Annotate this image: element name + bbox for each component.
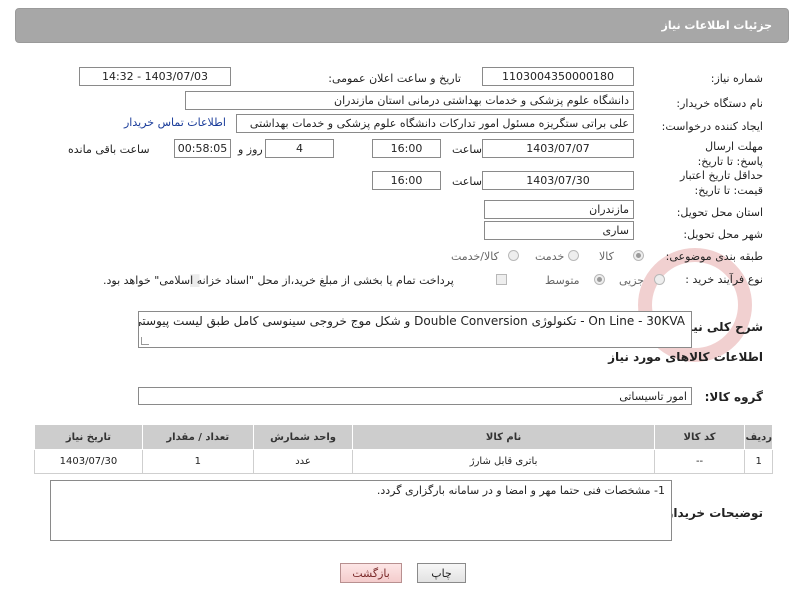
- treasury-bonds-note: پرداخت تمام یا بخشی از مبلغ خرید،از محل …: [103, 274, 454, 287]
- city-label: شهر محل تحویل:: [683, 228, 763, 241]
- city-field: ساری: [484, 221, 634, 240]
- category-radio-goods-service[interactable]: [508, 250, 519, 261]
- goods-section-title: اطلاعات کالاهای مورد نیاز: [608, 350, 763, 364]
- cell-need-date: 1403/07/30: [34, 449, 143, 474]
- cell-unit: عدد: [252, 449, 354, 474]
- days-label: روز و: [238, 143, 263, 156]
- cell-item-code: --: [653, 449, 746, 474]
- category-option-service: خدمت: [535, 250, 565, 263]
- announce-datetime-field: 1403/07/03 - 14:32: [79, 67, 231, 86]
- time-remaining-label: ساعت باقی مانده: [68, 143, 150, 156]
- col-header-row-number: ردیف: [744, 424, 773, 450]
- purchase-type-label: نوع فرآیند خرید :: [685, 273, 763, 286]
- col-header-unit: واحد شمارش: [252, 424, 354, 450]
- goods-table: ردیف کد کالا نام کالا واحد شمارش تعداد /…: [34, 424, 773, 474]
- deadline-time-field: 16:00: [372, 139, 441, 158]
- cell-row-number: 1: [744, 449, 773, 474]
- print-button[interactable]: چاپ: [417, 563, 466, 583]
- category-option-goods-service: کالا/خدمت: [451, 250, 499, 263]
- page-title: جزئیات اطلاعات نیاز: [661, 19, 773, 32]
- purchase-option-medium: متوسط: [545, 274, 580, 287]
- col-header-item-name: نام کالا: [352, 424, 655, 450]
- category-option-goods: کالا: [599, 250, 614, 263]
- page-header: جزئیات اطلاعات نیاز: [15, 8, 789, 43]
- description-field: On Line - 30KVA - تکنولوژی Double Conver…: [138, 311, 692, 348]
- time-remaining-field: 00:58:05: [174, 139, 231, 158]
- announce-label: تاریخ و ساعت اعلان عمومی:: [328, 72, 461, 85]
- province-label: استان محل تحویل:: [676, 206, 763, 219]
- table-header-row: ردیف کد کالا نام کالا واحد شمارش تعداد /…: [34, 424, 773, 450]
- description-text: On Line - 30KVA - تکنولوژی Double Conver…: [138, 314, 685, 328]
- buyer-notes-text: 1- مشخصات فنی حتما مهر و امضا و در سامان…: [376, 484, 665, 497]
- deadline-date-field: 1403/07/07: [482, 139, 634, 158]
- goods-group-label: گروه کالا:: [704, 390, 763, 404]
- cell-item-name: باتری قابل شارژ: [352, 449, 655, 474]
- cell-quantity: 1: [141, 449, 254, 474]
- requester-field: علی براتی ستگریزه مسئول امور تدارکات دان…: [236, 114, 634, 133]
- price-validity-time-field: 16:00: [372, 171, 441, 190]
- category-label: طبقه بندی موضوعی:: [665, 250, 763, 263]
- treasury-bonds-checkbox[interactable]: [496, 274, 507, 285]
- need-number-label: شماره نیاز:: [710, 72, 763, 85]
- buyer-org-label: نام دستگاه خریدار:: [676, 97, 763, 110]
- col-header-quantity: تعداد / مقدار: [141, 424, 254, 450]
- purchase-radio-medium[interactable]: [594, 274, 605, 285]
- price-validity-label: حداقل تاریخ اعتبار قیمت: تا تاریخ:: [679, 169, 763, 197]
- purchase-radio-minor[interactable]: [654, 274, 665, 285]
- resize-handle-icon[interactable]: [141, 337, 149, 345]
- buyer-contact-link[interactable]: اطلاعات تماس خریدار: [124, 116, 226, 129]
- need-number-field: 1103004350000180: [482, 67, 634, 86]
- table-row: 1 -- باتری قابل شارژ عدد 1 1403/07/30: [34, 449, 773, 474]
- category-radio-service[interactable]: [568, 250, 579, 261]
- back-button[interactable]: بازگشت: [340, 563, 402, 583]
- price-validity-date-field: 1403/07/30: [482, 171, 634, 190]
- buyer-notes-label: توضیحات خریدار:: [661, 506, 763, 520]
- province-field: مازندران: [484, 200, 634, 219]
- requester-label: ایجاد کننده درخواست:: [661, 120, 763, 133]
- price-validity-time-label: ساعت: [452, 175, 482, 188]
- buyer-org-field: دانشگاه علوم پزشکی و خدمات بهداشتی درمان…: [185, 91, 634, 110]
- deadline-label: مهلت ارسال پاسخ: تا تاریخ:: [697, 140, 763, 168]
- goods-group-field: امور تاسیساتی: [138, 387, 692, 405]
- buyer-notes-field: 1- مشخصات فنی حتما مهر و امضا و در سامان…: [50, 480, 672, 541]
- purchase-option-minor: جزیی: [619, 274, 645, 287]
- col-header-item-code: کد کالا: [653, 424, 746, 450]
- category-radio-goods[interactable]: [633, 250, 644, 261]
- days-remaining-field: 4: [265, 139, 334, 158]
- col-header-need-date: تاریخ نیاز: [34, 424, 143, 450]
- deadline-time-label: ساعت: [452, 143, 482, 156]
